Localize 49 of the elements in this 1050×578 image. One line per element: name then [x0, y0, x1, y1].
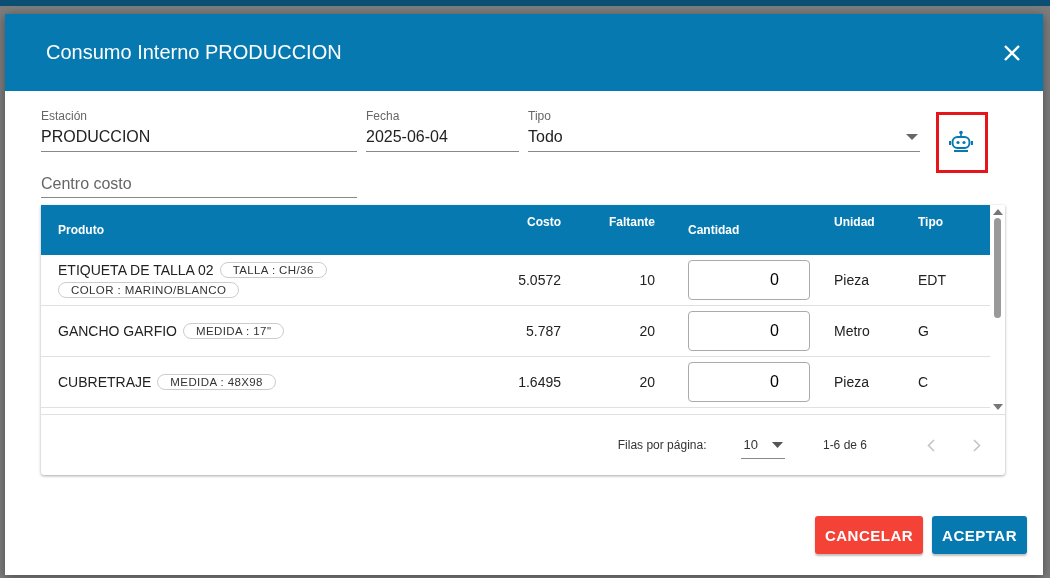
table-cell-text: 20 [638, 374, 655, 390]
text-field[interactable]: Estación PRODUCCION [41, 109, 357, 152]
scroll-up-icon[interactable] [992, 209, 1003, 215]
quantity-field[interactable]: 0 [688, 260, 810, 300]
column-header: Unidad [833, 214, 876, 231]
close-icon [1003, 43, 1021, 62]
table-cell-text: C [917, 374, 930, 390]
field-label: Tipo [528, 109, 552, 125]
column-header: Faltante [608, 214, 655, 231]
table-cell-text: Pieza [833, 272, 871, 288]
rows-per-page-select[interactable]: 10 [741, 431, 785, 459]
table-cell-text: G [917, 323, 930, 339]
dropdown-caret-icon [771, 441, 783, 448]
table-cell-text: EDT [917, 272, 947, 288]
chevron-left-icon [927, 438, 935, 452]
table-cell-text: Pieza [833, 374, 871, 390]
rows-per-page-label: Filas por página: [617, 438, 707, 452]
table-cell-text: 5.787 [524, 323, 561, 339]
field-value: Todo [528, 128, 563, 146]
dropdown-caret-icon [906, 134, 918, 140]
text-field[interactable]: Fecha 2025-06-04 [366, 109, 519, 152]
column-header: Costo [526, 214, 561, 231]
table-cell-text: 20 [638, 323, 655, 339]
table-cell-text: 10 [638, 272, 655, 288]
column-header: Tipo [917, 214, 945, 231]
cancel-button[interactable]: CANCELAR [814, 516, 924, 554]
field-label: Estación [41, 109, 89, 125]
column-header: Cantidad [687, 222, 741, 239]
scroll-down-icon[interactable] [992, 404, 1003, 410]
type-select[interactable]: Tipo Todo [528, 109, 920, 152]
product-name: ETIQUETA DE TALLA 02 [58, 262, 214, 278]
dialog-title: Consumo Interno PRODUCCION [46, 41, 342, 64]
field-label: Fecha [366, 109, 401, 125]
field-value: 2025-06-04 [366, 128, 448, 146]
quantity-field[interactable]: 0 [688, 311, 810, 351]
page-range: 1-6 de 6 [822, 438, 867, 452]
product-name: CUBRETRAJE [58, 374, 152, 390]
chevron-right-icon [973, 438, 981, 452]
table-cell-text: Metro [833, 323, 871, 339]
field-value: PRODUCCION [41, 128, 151, 146]
table-cell-text: 5.0572 [517, 272, 561, 288]
table-cell-text: 1.6495 [517, 374, 561, 390]
quantity-field[interactable]: 0 [688, 362, 810, 402]
product-name: GANCHO GARFIO [58, 323, 177, 339]
highlight-frame [936, 112, 988, 173]
robot-icon [949, 130, 973, 152]
scroll-thumb[interactable] [994, 218, 1001, 318]
accept-button[interactable]: ACEPTAR [932, 516, 1027, 554]
column-header: Produto [57, 222, 105, 239]
